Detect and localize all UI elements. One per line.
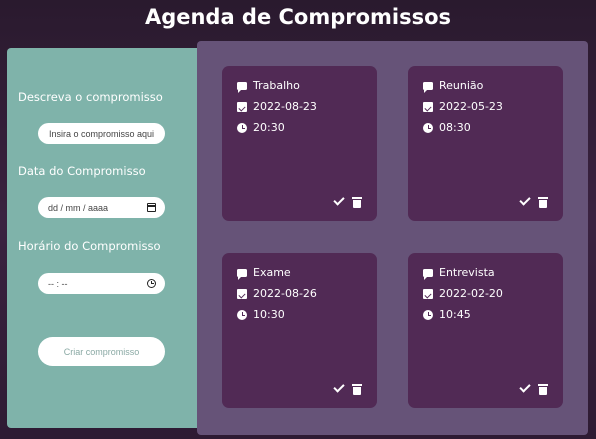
card-time-row: 10:45 (423, 308, 471, 321)
clock-picker-icon[interactable] (147, 279, 156, 288)
clock-icon (237, 309, 247, 320)
card-date-row: 2022-08-23 (237, 100, 317, 113)
appointments-board: Trabalho 2022-08-23 20:30 Reunião 2022-0… (197, 41, 588, 435)
card-date: 2022-02-20 (439, 287, 503, 300)
card-title-row: Entrevista (423, 266, 495, 280)
date-placeholder: dd / mm / aaaa (48, 202, 109, 213)
check-icon[interactable] (519, 197, 530, 207)
check-icon[interactable] (333, 384, 344, 394)
calendar-check-icon (423, 288, 433, 299)
calendar-icon[interactable] (147, 203, 156, 212)
card-time-row: 08:30 (423, 121, 471, 134)
card-date-row: 2022-08-26 (237, 287, 317, 300)
appointment-card: Exame 2022-08-26 10:30 (222, 253, 377, 408)
description-input[interactable]: Insira o compromisso aqui (38, 123, 165, 144)
appointment-card: Reunião 2022-05-23 08:30 (408, 66, 563, 221)
card-time: 20:30 (253, 121, 285, 134)
calendar-check-icon (423, 101, 433, 112)
card-date: 2022-05-23 (439, 100, 503, 113)
card-title-row: Trabalho (237, 79, 300, 93)
date-label: Data do Compromisso (18, 164, 146, 178)
card-time: 10:45 (439, 308, 471, 321)
time-placeholder: -- : -- (48, 278, 68, 289)
date-input[interactable]: dd / mm / aaaa (38, 197, 165, 218)
card-title-row: Exame (237, 266, 291, 280)
page-title: Agenda de Compromissos (144, 5, 452, 29)
appointment-card: Trabalho 2022-08-23 20:30 (222, 66, 377, 221)
trash-icon[interactable] (538, 384, 548, 395)
card-title: Entrevista (439, 266, 495, 279)
clock-icon (423, 309, 433, 320)
card-title: Trabalho (253, 79, 300, 92)
appointment-card: Entrevista 2022-02-20 10:45 (408, 253, 563, 408)
card-date-row: 2022-05-23 (423, 100, 503, 113)
clock-icon (423, 122, 433, 133)
calendar-check-icon (237, 288, 247, 299)
description-label: Descreva o compromisso (18, 90, 163, 104)
time-input[interactable]: -- : -- (38, 273, 165, 294)
calendar-check-icon (237, 101, 247, 112)
chat-icon (237, 81, 247, 93)
create-appointment-button[interactable]: Criar compromisso (38, 337, 165, 366)
appointment-form: Descreva o compromisso Insira o compromi… (7, 48, 207, 428)
time-label: Horário do Compromisso (18, 239, 161, 253)
card-time: 10:30 (253, 308, 285, 321)
card-time-row: 10:30 (237, 308, 285, 321)
card-date-row: 2022-02-20 (423, 287, 503, 300)
card-title: Reunião (439, 79, 484, 92)
trash-icon[interactable] (538, 197, 548, 208)
chat-icon (423, 268, 433, 280)
card-date: 2022-08-26 (253, 287, 317, 300)
card-time-row: 20:30 (237, 121, 285, 134)
card-title: Exame (253, 266, 291, 279)
card-time: 08:30 (439, 121, 471, 134)
check-icon[interactable] (333, 197, 344, 207)
check-icon[interactable] (519, 384, 530, 394)
trash-icon[interactable] (352, 197, 362, 208)
card-title-row: Reunião (423, 79, 484, 93)
card-date: 2022-08-23 (253, 100, 317, 113)
description-placeholder: Insira o compromisso aqui (48, 128, 155, 139)
clock-icon (237, 122, 247, 133)
chat-icon (423, 81, 433, 93)
chat-icon (237, 268, 247, 280)
trash-icon[interactable] (352, 384, 362, 395)
